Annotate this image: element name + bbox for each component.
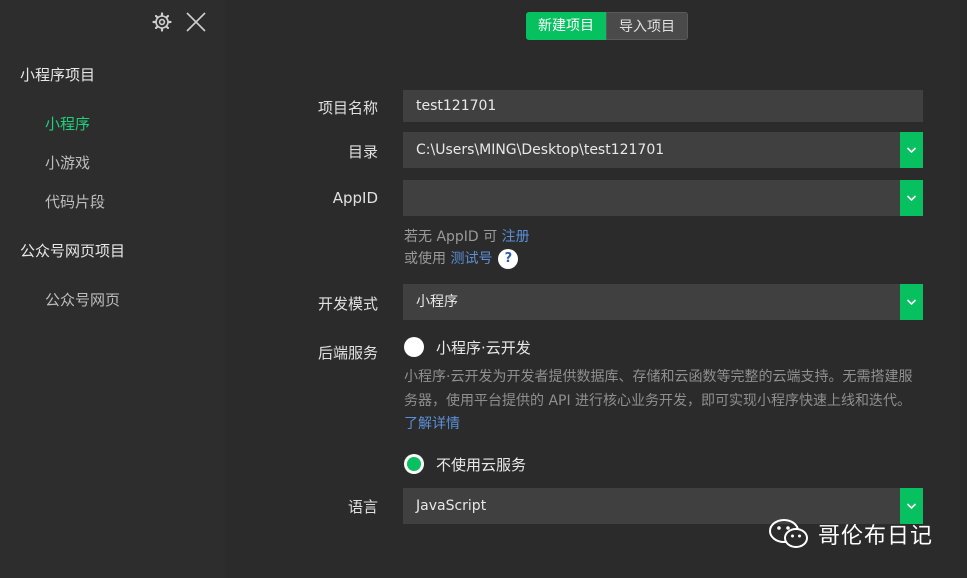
no-cloud-radio[interactable] [404,454,424,474]
directory-value: C:\Users\MING\Desktop\test121701 [416,142,665,158]
directory-select[interactable]: C:\Users\MING\Desktop\test121701 [403,132,923,168]
appid-test-text: 或使用 [404,251,451,267]
tab-new-project[interactable]: 新建项目 [526,12,606,40]
chevron-down-icon [906,503,917,510]
chevron-down-icon [906,299,917,306]
appid-register-text: 若无 AppID 可 [404,229,502,245]
backend-label: 后端服务 [317,344,378,362]
dev-mode-label: 开发模式 [317,295,378,313]
cloud-dev-radio[interactable] [404,337,424,357]
directory-label: 目录 [347,143,378,161]
wechat-icon [769,519,808,548]
no-cloud-option-label[interactable]: 不使用云服务 [436,454,526,475]
project-name-input[interactable]: test121701 [403,90,923,122]
appid-register-hint: 若无 AppID 可 注册 [404,226,530,246]
cloud-dev-description: 小程序·云开发为开发者提供数据库、存储和云函数等完整的云端支持。无需搭建服务器，… [404,366,924,437]
close-icon[interactable] [184,10,208,34]
chevron-down-icon [906,147,917,154]
watermark: 哥伦布日记 [768,516,933,552]
register-link[interactable]: 注册 [502,229,530,245]
dev-mode-select[interactable]: 小程序 [403,284,923,320]
help-icon[interactable]: ? [498,249,519,269]
cloud-dev-description-text: 小程序·云开发为开发者提供数据库、存储和云函数等完整的云端支持。无需搭建服务器，… [404,369,913,409]
tab-import-project[interactable]: 导入项目 [606,12,688,40]
appid-label: AppID [332,189,378,207]
project-name-label: 项目名称 [317,99,378,117]
sidebar-group-miniprogram: 小程序项目 [20,66,96,84]
sidebar-item-miniprogram[interactable]: 小程序 [45,113,90,134]
language-label: 语言 [347,498,378,516]
appid-test-hint: 或使用 测试号? [404,248,519,269]
watermark-text: 哥伦布日记 [818,524,934,549]
language-value: JavaScript [416,498,487,514]
directory-dropdown-button[interactable] [900,132,923,168]
test-account-link[interactable]: 测试号 [450,251,492,267]
appid-select[interactable] [403,180,923,216]
sidebar: 小程序项目 小程序 小游戏 代码片段 公众号网页项目 公众号网页 [0,0,225,578]
appid-dropdown-button[interactable] [900,180,923,216]
learn-more-link[interactable]: 了解详情 [404,416,460,432]
chevron-down-icon [906,195,917,202]
dev-mode-dropdown-button[interactable] [900,284,923,320]
cloud-dev-option-label[interactable]: 小程序·云开发 [436,337,531,358]
window-controls [152,10,212,34]
project-mode-tabs: 新建项目 导入项目 [526,12,688,40]
sidebar-item-code-snippet[interactable]: 代码片段 [45,191,105,212]
sidebar-group-official-account: 公众号网页项目 [20,242,126,260]
gear-icon[interactable] [152,12,172,32]
dev-mode-value: 小程序 [416,294,458,310]
sidebar-item-minigame[interactable]: 小游戏 [45,152,90,173]
sidebar-item-official-web[interactable]: 公众号网页 [45,289,120,310]
